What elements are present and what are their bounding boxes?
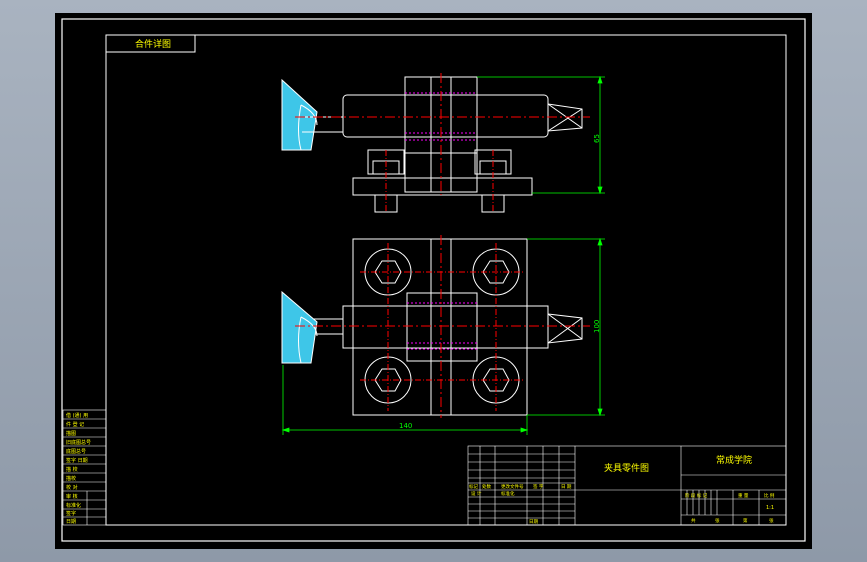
side-row-label: 校 对 — [66, 484, 78, 491]
dimension-top-height — [477, 75, 605, 195]
side-row-label: 签字 日期 — [66, 457, 88, 464]
number-label: 第 — [743, 517, 748, 524]
drawing-canvas[interactable]: 合件详图 65 100 140 借 (通) 用 件 登 记 描图 旧底图总号 底… — [55, 13, 812, 549]
outer-frame — [61, 18, 806, 542]
header-tag-label: 合件详图 — [135, 38, 171, 50]
side-row-label: 日期 — [66, 519, 76, 525]
side-row-label: 描校 — [66, 475, 76, 482]
revision-col-label: 签 字 — [533, 483, 544, 490]
sheet-count-row: 共 张 第 张 — [691, 517, 774, 524]
side-row-label: 描图 — [66, 430, 76, 437]
revision-col-label: 处数 — [482, 483, 491, 490]
school-name: 常成学院 — [716, 454, 752, 466]
front-bolt-left — [367, 149, 405, 213]
approve-date-label: 日期 — [529, 519, 538, 525]
revision-col-label: 日 期 — [561, 484, 572, 490]
weight-label: 重 量 — [738, 492, 749, 499]
front-bolt-right — [474, 149, 512, 213]
revision-col-label: 标记 — [469, 483, 478, 490]
side-row-label: 描 校 — [66, 466, 78, 473]
front-rod — [342, 94, 549, 138]
plan-center-block — [406, 292, 478, 362]
dimension-top-height-label: 65 — [593, 134, 601, 143]
design-row: 设 计 标准化 — [471, 490, 515, 497]
side-row-label: 签字 — [66, 510, 76, 517]
scale-value: 1:1 — [766, 505, 774, 511]
revision-col-label: 更改文件号 — [501, 483, 524, 490]
inner-frame — [105, 34, 787, 526]
sheet-label: 张 — [769, 517, 774, 524]
dimension-bottom-width-label: 140 — [399, 422, 412, 430]
side-row-label: 件 登 记 — [66, 421, 84, 428]
front-view — [281, 73, 590, 213]
weight-header: 阶 段 标 记 重 量 比 例 — [685, 492, 775, 499]
stage-mark-label: 阶 段 标 记 — [685, 492, 708, 499]
side-row-label: 底图总号 — [66, 448, 86, 455]
side-row-label: 旧底图总号 — [66, 439, 91, 446]
plan-rod — [342, 305, 549, 349]
ratio-label: 比 例 — [764, 492, 775, 499]
sheet-label: 张 — [715, 517, 720, 524]
revision-header: 标记 处数 更改文件号 签 字 日 期 — [469, 483, 572, 490]
side-row-label: 借 (通) 用 — [66, 412, 88, 419]
design-label: 设 计 — [471, 490, 482, 497]
plan-view — [281, 235, 590, 418]
dimension-bottom-height-label: 100 — [593, 320, 601, 333]
side-row-label: 审 核 — [66, 493, 78, 500]
total-label: 共 — [691, 517, 696, 524]
drawing-name: 夹具零件图 — [604, 462, 649, 474]
header-tag: 合件详图 — [105, 34, 196, 53]
side-row-label: 标准化 — [66, 502, 81, 509]
cad-drawing-sheet: 合件详图 65 100 140 借 (通) 用 件 登 记 描图 旧底图总号 底… — [55, 13, 812, 549]
standardization-label: 标准化 — [501, 490, 515, 497]
